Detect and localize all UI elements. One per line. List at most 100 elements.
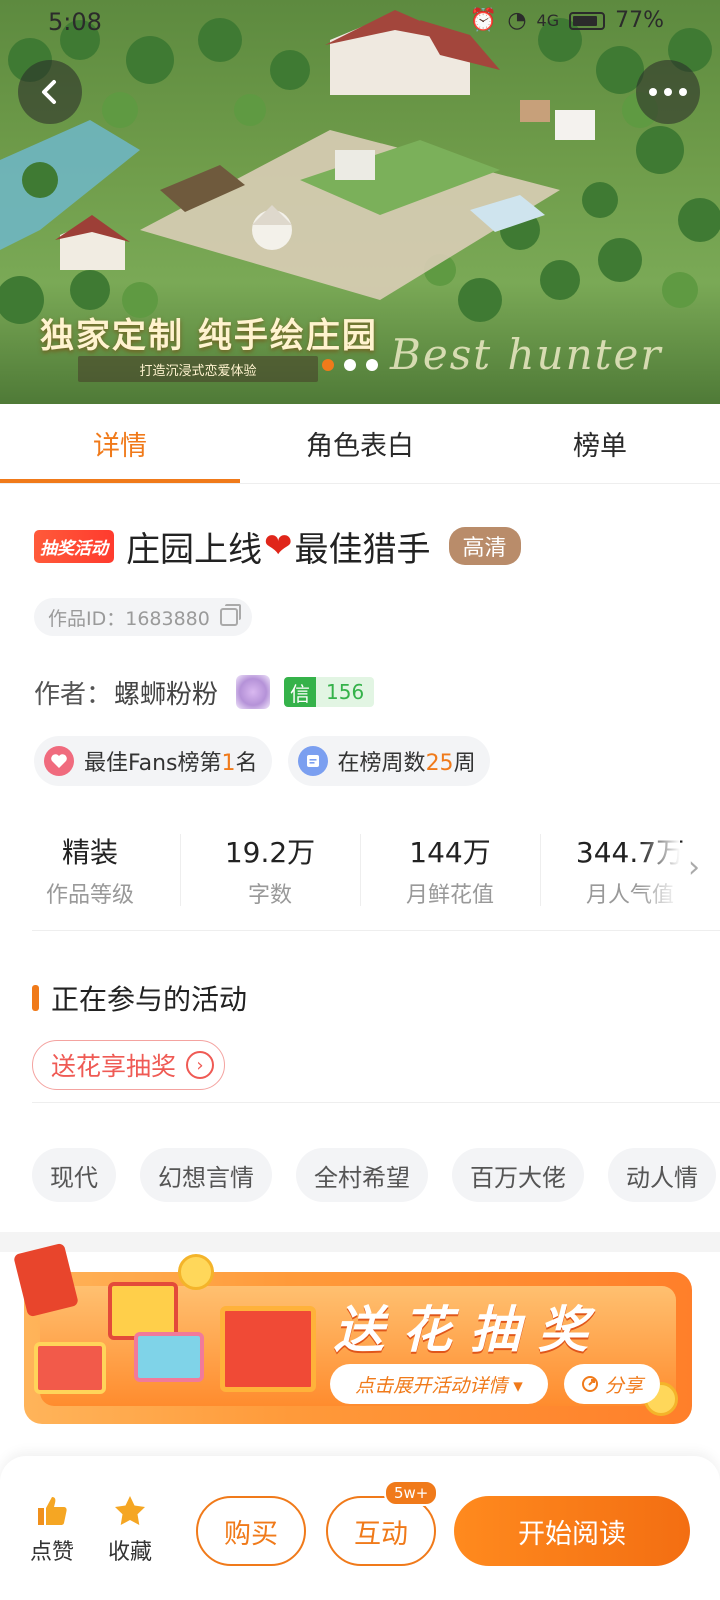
fans-rank-text: 最佳Fans榜第1名 xyxy=(84,745,258,777)
favorite-label: 收藏 xyxy=(108,1540,153,1565)
author-row: 作者： 螺蛳粉粉 信 156 xyxy=(34,672,375,712)
divider xyxy=(32,930,720,931)
share-button[interactable]: 分享 xyxy=(564,1364,660,1404)
book-id: 作品ID：1683880 xyxy=(48,607,210,630)
alarm-icon: ⏰ xyxy=(469,8,498,33)
back-button[interactable] xyxy=(18,60,82,124)
stat-value: 19.2万 xyxy=(224,836,316,869)
fans-rank-prefix: 最佳Fans榜第 xyxy=(84,751,222,776)
fans-heart-icon xyxy=(44,746,74,776)
stats-fade xyxy=(640,820,680,920)
lottery-activity-badge: 抽奖活动 xyxy=(34,529,114,563)
like-label: 点赞 xyxy=(30,1540,75,1565)
stat-value: 精装 xyxy=(61,836,118,869)
star-icon xyxy=(111,1492,149,1530)
banner-subline: 打造沉浸式恋爱体验 xyxy=(78,356,318,382)
stat-label: 字数 xyxy=(247,883,292,908)
tag-chip[interactable]: 幻想言情 xyxy=(140,1148,272,1202)
hd-badge: 高清 xyxy=(448,527,521,565)
more-button[interactable] xyxy=(636,60,700,124)
gift-box-icon xyxy=(34,1342,106,1394)
banner-script-text: Best hunter xyxy=(390,330,663,379)
bottom-action-bar: 点赞 收藏 购买 互动 5w+ 开始阅读 xyxy=(0,1456,720,1600)
book-id-chip[interactable]: 作品ID：1683880 xyxy=(34,598,252,636)
tag-list: 现代 幻想言情 全村希望 百万大佬 动人情 xyxy=(32,1148,716,1202)
carousel-indicator xyxy=(322,359,378,371)
credit-value: 156 xyxy=(316,677,375,707)
interact-count-badge: 5w+ xyxy=(384,1480,439,1506)
fans-rank-suffix: 名 xyxy=(235,751,258,776)
gift-box-icon xyxy=(134,1332,204,1382)
flower-lottery-banner[interactable]: 送花抽奖 点击展开活动详情 ▾ 分享 xyxy=(13,1242,692,1424)
promo-title: 送花抽奖 xyxy=(334,1301,606,1359)
carousel-dot[interactable] xyxy=(322,359,334,371)
credit-badge[interactable]: 信 156 xyxy=(284,677,375,707)
weeks-number: 25 xyxy=(425,751,454,776)
coin-icon xyxy=(178,1254,214,1290)
more-dots-icon xyxy=(649,88,687,96)
hero-banner[interactable]: 5:08 ⏰ ◔ 4G 77% 独家定制 纯手绘庄园 打造沉浸式恋爱体验 Bes… xyxy=(0,0,720,404)
status-icons: ⏰ ◔ 4G 77% xyxy=(470,8,664,33)
activity-chip[interactable]: 送花享抽奖 › xyxy=(32,1040,226,1090)
chevron-left-icon xyxy=(42,80,56,104)
activity-chip-label: 送花享抽奖 xyxy=(51,1052,177,1081)
tab-ranking[interactable]: 榜单 xyxy=(480,404,720,483)
author-avatar[interactable] xyxy=(236,675,271,709)
activity-section-title: 正在参与的活动 xyxy=(32,978,247,1018)
chevron-right-icon[interactable]: › xyxy=(688,850,700,885)
book-title-part2: 最佳猎手 xyxy=(294,529,431,570)
tag-chip[interactable]: 现代 xyxy=(32,1148,116,1202)
rank-chips: 最佳Fans榜第1名 在榜周数25周 xyxy=(34,736,490,786)
stat-word-count: 19.2万 字数 xyxy=(180,820,360,920)
credit-label: 信 xyxy=(284,677,317,707)
fans-rank-number: 1 xyxy=(221,751,236,776)
section-separator xyxy=(0,1232,720,1252)
stat-value: 144万 xyxy=(409,836,491,869)
wifi-icon: ◔ xyxy=(507,8,527,33)
carousel-dot[interactable] xyxy=(366,359,378,371)
activity-detail-button[interactable]: 点击展开活动详情 ▾ xyxy=(330,1364,548,1404)
tab-details[interactable]: 详情 xyxy=(0,404,240,483)
status-bar: 5:08 ⏰ ◔ 4G 77% xyxy=(0,0,720,46)
weeks-on-list-chip[interactable]: 在榜周数25周 xyxy=(287,736,490,786)
status-time: 5:08 xyxy=(48,8,102,36)
book-title-part1: 庄园上线 xyxy=(126,529,262,570)
weeks-suffix: 周 xyxy=(453,751,476,776)
battery-percent: 77% xyxy=(615,8,664,33)
author-name[interactable]: 螺蛳粉粉 xyxy=(114,674,218,711)
buy-button[interactable]: 购买 xyxy=(196,1496,306,1566)
heart-icon: ❤ xyxy=(264,526,293,566)
tag-chip[interactable]: 百万大佬 xyxy=(452,1148,584,1202)
interact-button[interactable]: 互动 xyxy=(326,1496,436,1566)
battery-icon xyxy=(569,11,606,30)
share-icon xyxy=(581,1376,598,1392)
tab-bar: 详情 角色表白 榜单 xyxy=(0,404,720,484)
copy-icon[interactable] xyxy=(219,604,241,626)
red-envelope-icon xyxy=(13,1242,79,1318)
favorite-button[interactable]: 收藏 xyxy=(108,1492,152,1566)
list-icon xyxy=(297,746,328,776)
stat-level: 精装 作品等级 xyxy=(0,820,180,920)
book-title: 庄园上线 ❤ 最佳猎手 xyxy=(126,522,431,571)
start-reading-button[interactable]: 开始阅读 xyxy=(454,1496,690,1566)
stats-row[interactable]: 精装 作品等级 19.2万 字数 144万 月鲜花值 344.7万 月人气值 xyxy=(0,820,720,920)
signal-icon: 4G xyxy=(536,11,560,30)
stat-label: 月鲜花值 xyxy=(405,883,494,908)
banner-headline: 独家定制 纯手绘庄园 xyxy=(40,316,378,356)
weeks-on-list-text: 在榜周数25周 xyxy=(338,745,476,777)
stat-label: 作品等级 xyxy=(45,883,134,908)
section-accent-bar xyxy=(32,985,39,1011)
divider xyxy=(32,1102,720,1103)
tag-chip[interactable]: 动人情 xyxy=(608,1148,716,1202)
like-button[interactable]: 点赞 xyxy=(30,1492,74,1566)
book-title-row: 抽奖活动 庄园上线 ❤ 最佳猎手 高清 xyxy=(34,522,521,570)
thumbs-up-icon xyxy=(33,1492,71,1530)
tag-chip[interactable]: 全村希望 xyxy=(296,1148,428,1202)
share-label: 分享 xyxy=(604,1374,643,1397)
weeks-prefix: 在榜周数 xyxy=(337,751,426,776)
tab-character-confession[interactable]: 角色表白 xyxy=(240,404,480,483)
carousel-dot[interactable] xyxy=(344,359,356,371)
fans-rank-chip[interactable]: 最佳Fans榜第1名 xyxy=(34,736,272,786)
arrow-right-circle-icon: › xyxy=(186,1051,215,1079)
author-prefix: 作者： xyxy=(34,679,113,710)
